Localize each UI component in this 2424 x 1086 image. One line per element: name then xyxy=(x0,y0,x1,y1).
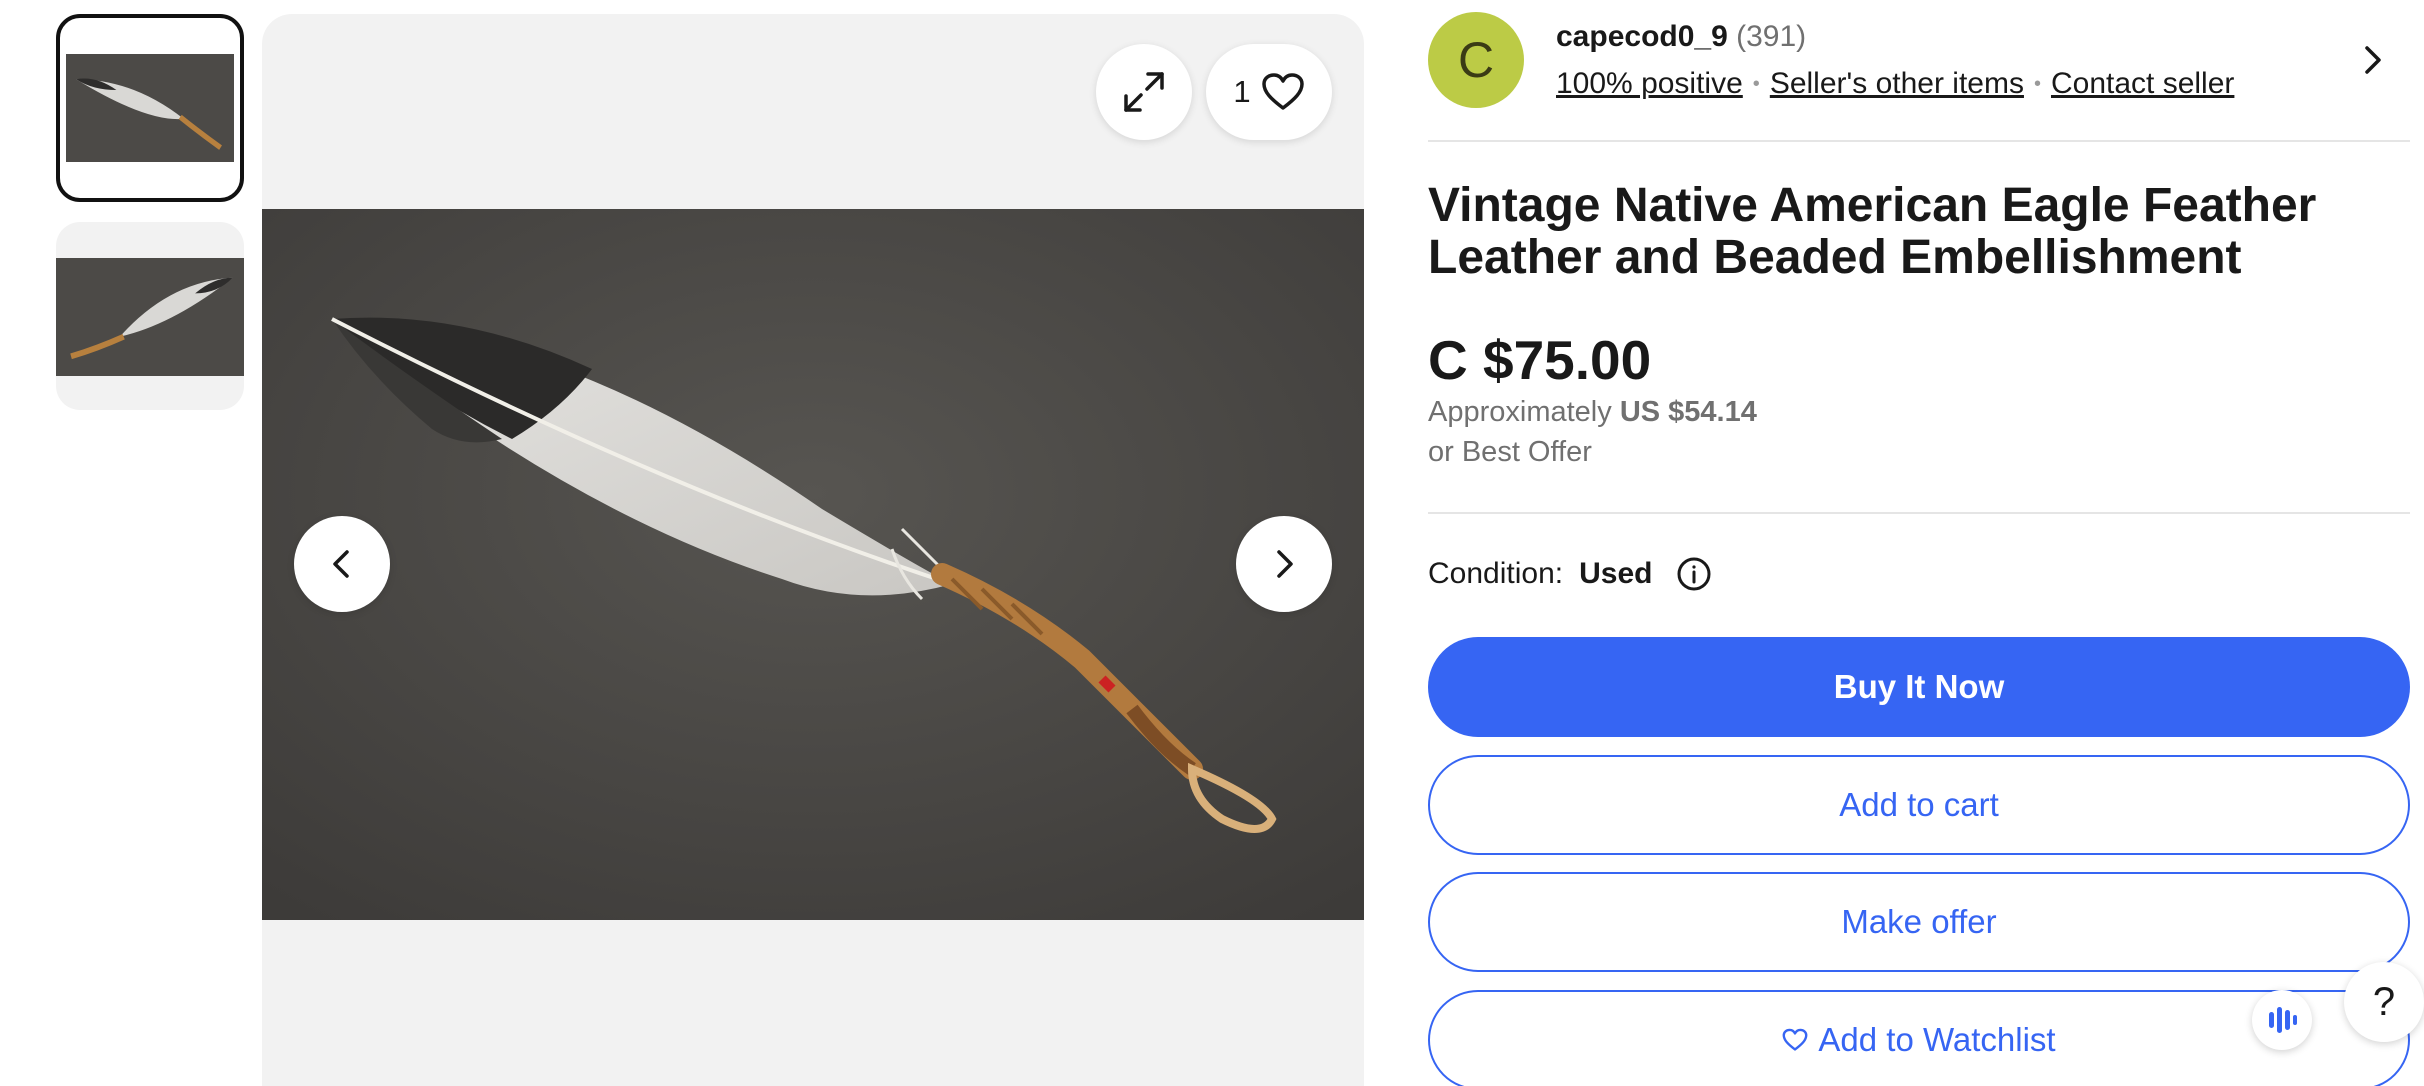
divider xyxy=(1428,512,2410,514)
make-offer-label: Make offer xyxy=(1841,903,1997,940)
seller-name-line: capecod0_9 (391) xyxy=(1556,20,1806,54)
condition-row: Condition: Used xyxy=(1428,556,1712,592)
positive-feedback-link[interactable]: 100% positive xyxy=(1556,67,1743,101)
chevron-right-icon xyxy=(1277,550,1293,578)
next-image-button[interactable] xyxy=(1236,516,1332,612)
approx-price: Approximately US $54.14 xyxy=(1428,396,1757,429)
avatar-letter: C xyxy=(1457,32,1495,88)
best-offer-text: or Best Offer xyxy=(1428,436,1592,468)
sound-bars-icon xyxy=(2269,1007,2297,1033)
make-offer-button[interactable]: Make offer xyxy=(1428,872,2410,972)
heart-icon xyxy=(1782,1028,1808,1051)
help-label: ? xyxy=(2372,979,2396,1024)
add-to-watchlist-label: Add to Watchlist xyxy=(1818,1021,2056,1058)
seller-feedback-count[interactable]: (391) xyxy=(1736,20,1806,53)
seller-info: C capecod0_9 (391) 100% positive • Selle… xyxy=(1428,12,2404,112)
info-icon[interactable] xyxy=(1676,556,1712,592)
contact-seller-link[interactable]: Contact seller xyxy=(2051,67,2234,101)
seller-name[interactable]: capecod0_9 xyxy=(1556,20,1728,53)
seller-chevron-icon[interactable] xyxy=(2352,40,2392,80)
add-to-cart-label: Add to cart xyxy=(1839,786,1999,823)
add-to-cart-button[interactable]: Add to cart xyxy=(1428,755,2410,855)
main-product-image[interactable] xyxy=(262,209,1364,920)
thumbnail-2[interactable] xyxy=(56,222,244,410)
approx-label: Approximately xyxy=(1428,396,1612,428)
seller-links: 100% positive • Seller's other items • C… xyxy=(1556,67,2234,101)
previous-image-button[interactable] xyxy=(294,516,390,612)
thumbnail-1[interactable] xyxy=(56,14,244,202)
divider xyxy=(1428,140,2410,142)
approx-value: US $54.14 xyxy=(1619,396,1757,428)
help-button[interactable]: ? xyxy=(2344,962,2424,1042)
avatar[interactable]: C xyxy=(1428,12,1524,108)
image-gallery: 1 xyxy=(262,14,1364,1086)
buy-it-now-label: Buy It Now xyxy=(1833,668,2005,705)
expand-image-button[interactable] xyxy=(1096,44,1192,140)
like-button[interactable]: 1 xyxy=(1206,44,1332,140)
listing-title: Vintage Native American Eagle Feather Le… xyxy=(1428,179,2317,284)
heart-icon xyxy=(1261,73,1304,110)
chevron-left-icon xyxy=(333,550,349,578)
separator-dot: • xyxy=(1752,72,1760,95)
thumbnail-image-2 xyxy=(56,258,244,376)
listing-price: C $75.00 xyxy=(1428,329,1652,391)
condition-label: Condition: xyxy=(1428,557,1564,590)
thumbnail-image-1 xyxy=(66,54,234,162)
voice-assistant-button[interactable] xyxy=(2252,990,2312,1050)
like-count: 1 xyxy=(1233,74,1251,109)
expand-icon xyxy=(1124,72,1164,112)
condition-value: Used xyxy=(1579,557,1653,590)
seller-other-items-link[interactable]: Seller's other items xyxy=(1770,67,2024,101)
separator-dot: • xyxy=(2033,72,2041,95)
buy-it-now-button[interactable]: Buy It Now xyxy=(1428,637,2410,737)
